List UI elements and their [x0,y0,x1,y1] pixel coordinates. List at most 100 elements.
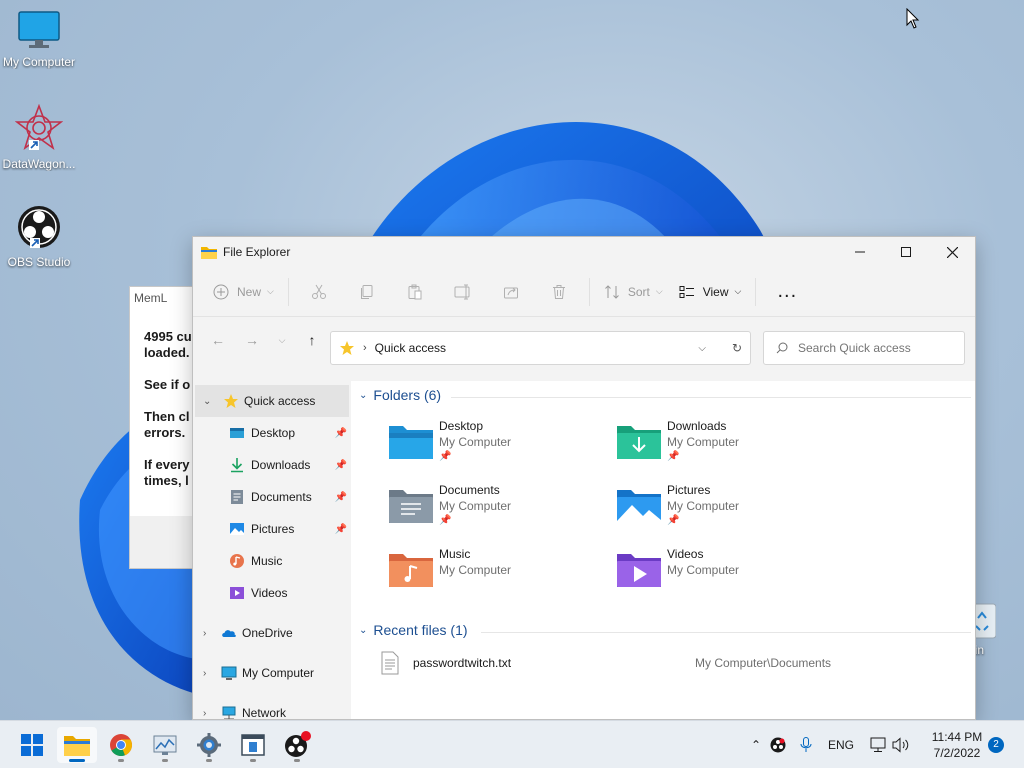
recent-files-section-header[interactable]: ⌄ Recent files (1) [359,622,468,638]
new-button[interactable]: New ⌵ [205,276,282,308]
address-dropdown-icon[interactable]: ⌵ [698,343,706,354]
desktop-icon [230,428,244,438]
nav-item-my-computer[interactable]: › My Computer [193,657,351,689]
obs-tray-icon[interactable] [770,737,786,753]
nav-item-music[interactable]: Music [193,545,351,577]
folder-location: My Computer [439,499,512,513]
back-button[interactable]: ← [203,332,233,348]
chevron-right-icon[interactable]: › [203,708,206,719]
meml-line: Then cl [144,409,190,424]
sort-label: Sort [627,284,650,299]
sort-icon [604,284,619,299]
search-input[interactable] [798,341,948,355]
nav-item-pictures[interactable]: Pictures 📌 [193,513,351,545]
picture-icon [230,523,244,535]
breadcrumb-separator-icon: › [363,342,367,354]
sort-button[interactable]: Sort ⌵ [596,276,671,308]
folder-music[interactable]: Music My Computer [389,547,609,603]
nav-item-onedrive[interactable]: › OneDrive [193,617,351,649]
chart-monitor-icon [153,735,177,755]
star-icon [224,394,238,408]
arrow-left-icon: ← [211,332,225,348]
paste-button[interactable] [391,276,439,308]
plus-circle-icon [213,284,229,299]
nav-item-downloads[interactable]: Downloads 📌 [193,449,351,481]
pin-icon: 📌 [334,427,347,439]
recent-file-row[interactable]: passwordtwitch.txt My Computer\Documents [381,649,941,677]
taskbar-file-explorer[interactable] [57,727,97,763]
cut-button[interactable] [295,276,343,308]
folder-downloads[interactable]: Downloads My Computer 📌 [617,419,837,475]
trash-icon [552,284,565,299]
command-bar: New ⌵ Sort ⌵ View ⌵ ... [193,267,975,317]
folder-desktop[interactable]: Desktop My Computer 📌 [389,419,609,475]
taskbar-meml[interactable] [233,727,273,763]
folder-location: My Computer [667,435,740,449]
documents-folder-icon [389,490,433,523]
microphone-icon[interactable] [800,737,812,753]
folder-location: My Computer [667,563,740,577]
meml-body: 4995 cu loaded. See if o Then cl errors.… [130,309,198,517]
recent-file-location: My Computer\Documents [695,656,832,670]
minimize-button[interactable] [837,237,883,267]
up-button[interactable]: ↑ [297,332,327,348]
taskbar-chrome[interactable] [101,727,141,763]
share-button[interactable] [487,276,535,308]
arrow-right-icon: → [245,332,259,348]
folder-documents[interactable]: Documents My Computer 📌 [389,483,609,539]
file-explorer-window[interactable]: File Explorer New ⌵ Sort ⌵ View ⌵ ... ← … [192,236,976,720]
chevron-down-icon[interactable]: ⌄ [203,396,211,407]
chevron-right-icon[interactable]: › [203,628,206,639]
folder-pictures[interactable]: Pictures My Computer 📌 [617,483,837,539]
delete-button[interactable] [535,276,583,308]
meml-line: loaded. [144,345,190,360]
folders-section-header[interactable]: ⌄ Folders (6) [359,387,441,403]
start-button[interactable] [12,727,52,763]
nav-item-videos[interactable]: Videos [193,577,351,609]
address-bar[interactable]: › Quick access ⌵ ↻ [330,331,751,365]
share-icon [503,287,518,298]
recent-locations-button[interactable]: ⌵ [267,335,297,346]
taskbar-performance-monitor[interactable] [145,727,185,763]
nav-item-network[interactable]: › Network [193,697,351,719]
notification-badge[interactable]: 2 [988,737,1004,753]
more-options-button[interactable]: ... [772,280,802,303]
search-box[interactable] [763,331,965,365]
desktop-icon-datawagon[interactable]: DataWagon... [0,103,78,171]
nav-item-desktop[interactable]: Desktop 📌 [193,417,351,449]
system-tray: ⌃ ENG [746,721,910,768]
language-indicator[interactable]: ENG [828,738,854,752]
nav-item-documents[interactable]: Documents 📌 [193,481,351,513]
arrow-up-icon: ↑ [308,332,316,348]
show-hidden-icons-chevron-icon[interactable]: ⌃ [746,738,766,752]
rename-button[interactable] [439,276,487,308]
refresh-icon[interactable]: ↻ [732,341,742,355]
taskbar-obs-studio[interactable] [277,727,317,763]
close-button[interactable] [929,237,975,267]
desktop-icon-obs-studio[interactable]: OBS Studio [0,204,78,269]
network-icon[interactable] [870,737,888,753]
meml-window[interactable]: MemL 4995 cu loaded. See if o Then cl er… [129,286,199,569]
maximize-button[interactable] [883,237,929,267]
forward-button[interactable]: → [237,332,267,348]
nav-item-label: OneDrive [242,626,293,640]
nav-item-label: My Computer [242,666,315,680]
clock[interactable]: 11:44 PM 7/2/2022 [926,729,988,761]
view-button[interactable]: View ⌵ [671,276,750,308]
folder-videos[interactable]: Videos My Computer [617,547,837,603]
section-divider [481,632,971,633]
chrome-icon [110,734,133,757]
section-divider [451,397,971,398]
running-indicator [118,759,124,762]
downloads-folder-icon [617,426,661,459]
volume-icon[interactable] [892,737,910,753]
title-bar[interactable]: File Explorer [193,237,975,267]
desktop-icon-my-computer[interactable]: My Computer [0,10,78,69]
folder-name: Documents [439,483,500,497]
nav-item-quick-access[interactable]: ⌄ Quick access [195,385,349,417]
taskbar-settings[interactable] [189,727,229,763]
copy-button[interactable] [343,276,391,308]
text-file-icon [381,651,399,675]
meml-line: 4995 cu [144,329,192,344]
chevron-right-icon[interactable]: › [203,668,206,679]
